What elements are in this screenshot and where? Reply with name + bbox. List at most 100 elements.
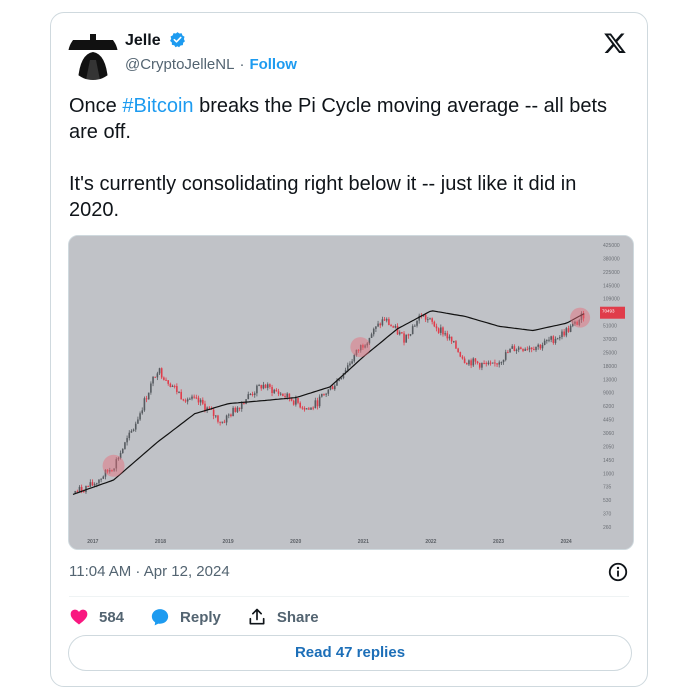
price-candle xyxy=(396,326,399,335)
share-label: Share xyxy=(276,608,319,626)
price-candle xyxy=(537,344,539,347)
price-candle xyxy=(234,407,237,412)
price-candle xyxy=(176,386,178,393)
price-candle xyxy=(409,334,412,336)
price-candle xyxy=(212,409,215,416)
price-candle xyxy=(455,341,457,349)
price-candle xyxy=(169,383,172,387)
price-candle xyxy=(483,363,485,365)
price-candle xyxy=(264,384,267,388)
price-candle xyxy=(429,318,431,320)
x-tick-label: 2024 xyxy=(561,539,572,545)
price-candle xyxy=(379,323,382,326)
price-candle xyxy=(266,384,269,388)
price-candle xyxy=(186,399,189,402)
price-candle xyxy=(100,478,102,480)
tweet-timestamp[interactable]: 11:04 AM · Apr 12, 2024 xyxy=(69,563,230,580)
price-candle xyxy=(524,349,526,351)
price-candle xyxy=(446,333,449,339)
y-tick-label: 4450 xyxy=(603,418,614,424)
price-candle xyxy=(474,358,477,362)
price-candle xyxy=(314,400,317,409)
price-candle xyxy=(567,328,570,332)
share-button[interactable]: Share xyxy=(247,607,319,627)
price-candle xyxy=(327,389,330,394)
tweet-text: Once #Bitcoin breaks the Pi Cycle moving… xyxy=(69,93,629,249)
price-candle xyxy=(485,363,488,365)
like-button[interactable]: 584 xyxy=(69,607,124,627)
price-candle xyxy=(375,326,377,329)
chart-image[interactable]: 4250003800002250001450001090007300051000… xyxy=(68,235,634,550)
price-candle xyxy=(491,362,494,364)
price-candle xyxy=(282,393,284,396)
price-candle xyxy=(223,421,226,423)
price-candle xyxy=(427,319,429,321)
price-candle xyxy=(258,385,260,387)
price-candle xyxy=(556,338,559,340)
author-handle[interactable]: @CryptoJelleNL xyxy=(125,56,234,73)
price-candle xyxy=(465,362,468,365)
y-tick-label: 380000 xyxy=(603,256,620,262)
price-candle xyxy=(160,368,163,378)
price-candle xyxy=(407,334,410,336)
price-candle xyxy=(569,325,572,332)
price-candle xyxy=(150,383,152,393)
y-tick-label: 6200 xyxy=(603,404,614,410)
author-name-row[interactable]: Jelle xyxy=(125,31,186,50)
price-candle xyxy=(238,407,241,409)
price-candle xyxy=(130,430,133,433)
avatar-image xyxy=(68,30,118,80)
y-tick-label: 9000 xyxy=(603,391,614,397)
price-candle xyxy=(191,396,193,399)
follow-button[interactable]: Follow xyxy=(249,56,297,73)
price-candle xyxy=(236,407,239,412)
price-candle xyxy=(470,360,472,366)
price-candle xyxy=(147,392,150,400)
x-logo-icon[interactable] xyxy=(603,31,627,55)
price-candle xyxy=(154,376,157,378)
price-candle xyxy=(388,319,390,326)
avatar[interactable] xyxy=(68,30,118,80)
price-candle xyxy=(548,339,550,341)
price-candle xyxy=(481,363,483,368)
price-candle xyxy=(232,407,234,417)
price-candle xyxy=(262,384,265,389)
price-candle xyxy=(541,344,544,349)
hashtag-link[interactable]: #Bitcoin xyxy=(122,95,193,117)
price-candle xyxy=(80,486,83,492)
price-candle xyxy=(158,368,161,374)
price-candle xyxy=(517,347,520,350)
price-candle xyxy=(448,336,451,339)
price-candle xyxy=(256,385,258,394)
price-candle xyxy=(559,337,561,339)
info-icon[interactable] xyxy=(607,561,629,583)
price-candle xyxy=(295,398,297,405)
price-candle xyxy=(189,398,191,400)
price-candle xyxy=(383,319,386,321)
price-candle xyxy=(260,385,263,389)
price-candle xyxy=(535,346,537,351)
price-candle xyxy=(316,400,319,407)
author-name[interactable]: Jelle xyxy=(125,32,161,49)
price-candle xyxy=(91,482,94,486)
x-tick-label: 2018 xyxy=(155,539,166,545)
price-candle xyxy=(128,432,131,439)
x-tick-label: 2022 xyxy=(425,539,436,545)
price-candle xyxy=(489,362,492,364)
y-tick-label: 13000 xyxy=(603,377,617,383)
price-candle xyxy=(145,398,148,400)
separator-dot: · xyxy=(239,56,245,73)
price-candle xyxy=(312,407,314,409)
verified-badge-icon xyxy=(170,32,185,48)
price-candle xyxy=(398,332,401,335)
price-candle xyxy=(530,347,533,350)
price-candle xyxy=(331,386,334,390)
price-candle xyxy=(414,325,416,327)
reply-button[interactable]: Reply xyxy=(150,607,221,627)
price-candle xyxy=(156,373,159,378)
price-candle xyxy=(139,413,141,420)
price-candle xyxy=(318,396,321,407)
read-replies-button[interactable]: Read 47 replies xyxy=(68,635,632,671)
price-candle xyxy=(416,320,418,326)
price-candle xyxy=(385,319,388,321)
